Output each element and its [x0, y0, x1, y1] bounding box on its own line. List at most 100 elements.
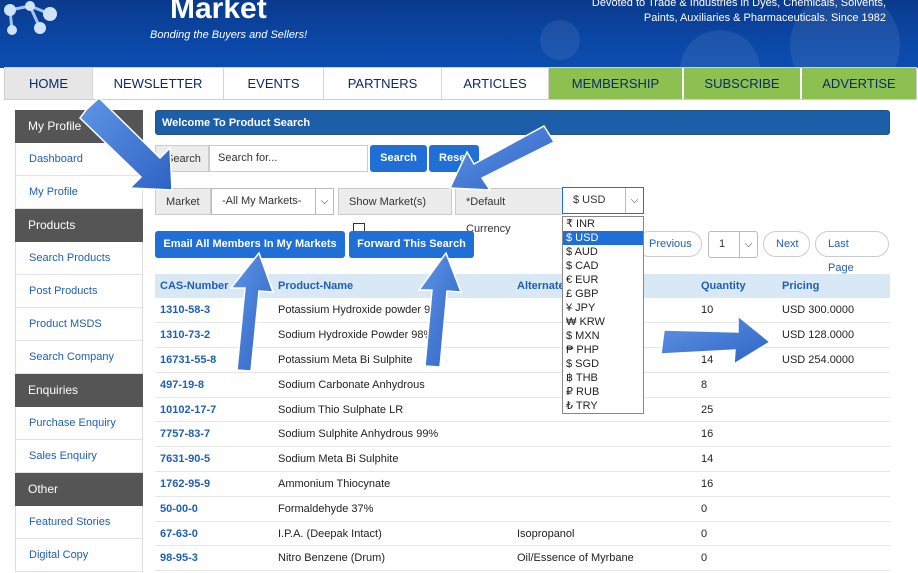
site-tagline: Bonding the Buyers and Sellers!	[150, 29, 308, 41]
currency-option[interactable]: $ AUD	[563, 245, 643, 259]
currency-select[interactable]: $ USD ⌵	[562, 187, 644, 214]
column-header-pricing[interactable]: Pricing	[777, 274, 890, 298]
nav-subscribe[interactable]: SUBSCRIBE	[684, 68, 802, 99]
table-row[interactable]: 1310-58-3 Potassium Hydroxide powder 9 10 U…	[155, 298, 890, 324]
cas-number-link[interactable]: 50-00-0	[155, 496, 273, 522]
forward-search-button[interactable]: Forward This Search	[349, 231, 474, 258]
product-name-cell: Sodium Sulphite Anhydrous 99%	[273, 421, 512, 448]
sidebar-item-search-products[interactable]: Search Products	[15, 242, 143, 275]
currency-option[interactable]: ₹ INR	[563, 217, 643, 231]
nav-articles[interactable]: ARTICLES	[442, 68, 549, 99]
cas-number-link[interactable]: 7757-83-7	[155, 421, 273, 448]
sidebar-item-search-company[interactable]: Search Company	[15, 341, 143, 374]
site-title[interactable]: Market	[170, 0, 267, 26]
column-header-cas[interactable]: CAS-Number	[155, 274, 273, 298]
alternate-name-cell	[512, 446, 642, 473]
blank-cell	[642, 545, 696, 572]
decor-bubble	[680, 30, 760, 68]
table-row[interactable]: 1762-95-9 Ammonium Thiocynate 16	[155, 471, 890, 497]
chevron-down-icon: ⌵	[625, 188, 643, 213]
nav-newsletter[interactable]: NEWSLETTER	[93, 68, 224, 99]
currency-option[interactable]: ₩ KRW	[563, 315, 643, 329]
table-row[interactable]: 7757-83-7 Sodium Sulphite Anhydrous 99% 16	[155, 421, 890, 448]
sidebar-item-sales-enquiry[interactable]: Sales Enquiry	[15, 440, 143, 473]
table-row[interactable]: 10102-17-7 Sodium Thio Sulphate LR 25	[155, 397, 890, 423]
currency-option[interactable]: ฿ THB	[563, 371, 643, 385]
cas-number-link[interactable]: 67-63-0	[155, 521, 273, 547]
nav-advertise[interactable]: ADVERTISE	[802, 68, 916, 99]
market-select[interactable]: -All My Markets- ⌵	[211, 188, 334, 215]
email-all-members-button[interactable]: Email All Members In My Markets	[155, 231, 345, 258]
currency-select-value: $ USD	[573, 194, 606, 206]
currency-option[interactable]: $ CAD	[563, 259, 643, 273]
alternate-name-cell	[512, 496, 642, 522]
currency-option[interactable]: ₽ RUB	[563, 385, 643, 399]
cas-number-link[interactable]: 16731-55-8	[155, 347, 273, 373]
sidebar-item-product-msds[interactable]: Product MSDS	[15, 308, 143, 341]
table-row[interactable]: 7631-90-5 Sodium Meta Bi Sulphite 14	[155, 446, 890, 473]
pager-next-button[interactable]: Next	[763, 231, 810, 257]
pricing-cell	[777, 372, 890, 398]
cas-number-link[interactable]: 10102-17-7	[155, 397, 273, 423]
product-name-cell: Potassium Hydroxide powder 9	[273, 298, 512, 324]
welcome-banner: Welcome To Product Search	[155, 110, 890, 135]
cas-number-link[interactable]: 1310-58-3	[155, 298, 273, 324]
cas-number-link[interactable]: 1310-73-2	[155, 322, 273, 349]
column-header-quantity[interactable]: Quantity	[696, 274, 777, 298]
blank-cell	[642, 372, 696, 398]
cas-number-link[interactable]: 98-95-3	[155, 545, 273, 572]
chevron-down-icon: ⌵	[739, 232, 757, 257]
sidebar-item-dashboard[interactable]: Dashboard	[15, 143, 143, 176]
show-markets-toggle[interactable]: Show Market(s)	[338, 188, 452, 236]
nav-partners[interactable]: PARTNERS	[324, 68, 442, 99]
cas-number-link[interactable]: 497-19-8	[155, 372, 273, 398]
table-row[interactable]: 67-63-0 I.P.A. (Deepak Intact) Isopropanol…	[155, 521, 890, 547]
nav-membership[interactable]: MEMBERSHIP	[549, 68, 684, 99]
sidebar-item-post-products[interactable]: Post Products	[15, 275, 143, 308]
nav-home[interactable]: HOME	[5, 68, 93, 99]
sidebar-item-featured-stories[interactable]: Featured Stories	[15, 506, 143, 539]
search-button[interactable]: Search	[370, 145, 427, 172]
nav-events[interactable]: EVENTS	[224, 68, 324, 99]
currency-option[interactable]: $ SGD	[563, 357, 643, 371]
market-label: Market	[155, 188, 211, 215]
currency-option[interactable]: ₱ PHP	[563, 343, 643, 357]
pager-last-page-button[interactable]: Last Page	[815, 231, 889, 274]
pricing-cell	[777, 545, 890, 572]
currency-option[interactable]: $ MXN	[563, 329, 643, 343]
blank-cell	[642, 421, 696, 448]
chevron-down-icon: ⌵	[315, 189, 333, 214]
cas-number-link[interactable]: 7631-90-5	[155, 446, 273, 473]
product-name-cell: Nitro Benzene (Drum)	[273, 545, 512, 572]
currency-option[interactable]: ₺ TRY	[563, 399, 643, 413]
alternate-name-cell: Isopropanol	[512, 521, 642, 547]
cas-number-link[interactable]: 1762-95-9	[155, 471, 273, 497]
table-row[interactable]: 497-19-8 Sodium Carbonate Anhydrous 8	[155, 372, 890, 398]
sidebar: My Profile Dashboard My Profile Products…	[15, 110, 143, 572]
table-row[interactable]: 1310-73-2 Sodium Hydroxide Powder 98% USD …	[155, 322, 890, 349]
alternate-name-cell	[512, 421, 642, 448]
sidebar-item-digital-copy[interactable]: Digital Copy	[15, 539, 143, 572]
alternate-name-cell	[512, 471, 642, 497]
show-markets-label: Show Market(s)	[349, 196, 427, 208]
blank-cell	[642, 471, 696, 497]
currency-option[interactable]: ¥ JPY	[563, 301, 643, 315]
product-name-cell: Formaldehyde 37%	[273, 496, 512, 522]
sidebar-item-purchase-enquiry[interactable]: Purchase Enquiry	[15, 407, 143, 440]
page-select-value: 1	[719, 238, 726, 250]
table-row[interactable]: 98-95-3 Nitro Benzene (Drum) Oil/Essence o…	[155, 545, 890, 572]
table-row[interactable]: 50-00-0 Formaldehyde 37% 0	[155, 496, 890, 522]
pager-previous-button[interactable]: Previous	[636, 231, 702, 257]
currency-option[interactable]: € EUR	[563, 273, 643, 287]
table-body: 1310-58-3 Potassium Hydroxide powder 9 10 U…	[155, 298, 890, 572]
sidebar-item-my-profile[interactable]: My Profile	[15, 176, 143, 209]
quantity-cell: 25	[696, 397, 777, 423]
reset-button[interactable]: Reset	[429, 145, 479, 172]
search-label: Search	[155, 145, 209, 172]
currency-option[interactable]: £ GBP	[563, 287, 643, 301]
table-row[interactable]: 16731-55-8 Potassium Meta Bi Sulphite 14 US…	[155, 347, 890, 373]
column-header-product-name[interactable]: Product-Name	[273, 274, 512, 298]
search-input[interactable]: Search for...	[209, 145, 368, 172]
page-select[interactable]: 1 ⌵	[708, 231, 758, 258]
currency-option[interactable]: $ USD	[563, 231, 643, 245]
